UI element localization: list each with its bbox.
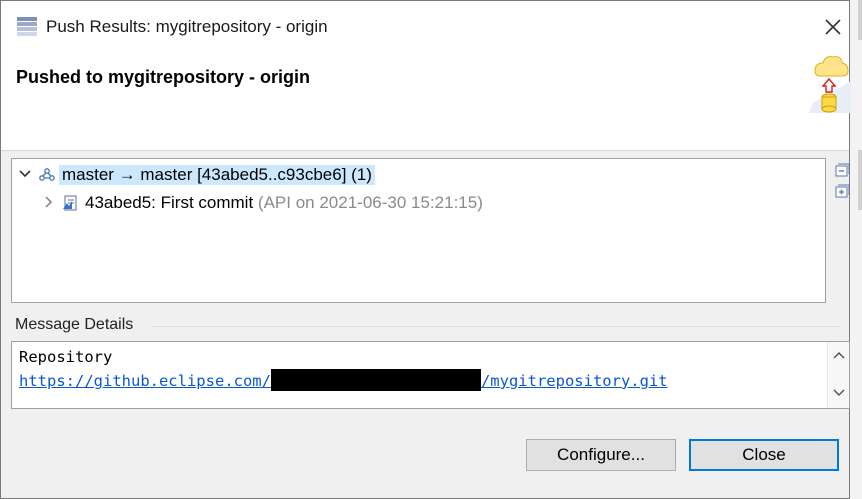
scroll-down-icon[interactable] bbox=[833, 388, 845, 398]
redacted-block bbox=[270, 369, 481, 391]
push-results-tree[interactable]: master → master [43abed5..c93cbe6] (1) 4… bbox=[11, 158, 826, 303]
vertical-scrollbar[interactable] bbox=[827, 342, 849, 408]
commit-icon bbox=[63, 195, 77, 211]
close-icon[interactable] bbox=[819, 13, 847, 41]
page-title: Pushed to mygitrepository - origin bbox=[16, 67, 311, 87]
background-window-edge bbox=[850, 0, 862, 499]
title-bar: Push Results: mygitrepository - origin bbox=[1, 1, 849, 51]
branch-label[interactable]: master → master [43abed5..c93cbe6] (1) bbox=[59, 165, 375, 185]
tree-row-branch[interactable]: master → master [43abed5..c93cbe6] (1) bbox=[12, 162, 825, 188]
repository-url-suffix[interactable]: /mygitrepository.git bbox=[481, 372, 668, 390]
push-results-dialog: Push Results: mygitrepository - origin P… bbox=[0, 0, 851, 499]
expand-all-icon[interactable] bbox=[834, 184, 850, 200]
close-button[interactable]: Close bbox=[689, 439, 839, 471]
commit-label[interactable]: 43abed5: First commit (API on 2021-06-30… bbox=[85, 193, 483, 213]
commit-title: 43abed5: First commit bbox=[85, 193, 254, 212]
collapse-all-icon[interactable] bbox=[834, 163, 850, 179]
configure-button[interactable]: Configure... bbox=[526, 439, 676, 471]
repository-url-prefix[interactable]: https://github.eclipse.com/ bbox=[19, 372, 271, 390]
tree-row-commit[interactable]: 43abed5: First commit (API on 2021-06-30… bbox=[12, 190, 825, 216]
stack-icon bbox=[17, 17, 37, 36]
window-title: Push Results: mygitrepository - origin bbox=[46, 17, 328, 36]
chevron-right-icon[interactable] bbox=[41, 195, 55, 209]
commit-meta: (API on 2021-06-30 15:21:15) bbox=[257, 193, 483, 212]
message-details-label: Message Details bbox=[15, 316, 134, 333]
section-divider bbox=[151, 326, 841, 327]
message-details-text[interactable]: Repository https://github.eclipse.com/ /m… bbox=[11, 341, 850, 409]
repository-url-line[interactable]: https://github.eclipse.com/ /mygitreposit… bbox=[19, 369, 668, 393]
repository-heading: Repository bbox=[19, 348, 113, 366]
chevron-down-icon[interactable] bbox=[18, 167, 32, 181]
branch-icon bbox=[39, 168, 55, 181]
dialog-header: Pushed to mygitrepository - origin bbox=[1, 51, 851, 151]
push-to-cloud-icon bbox=[809, 56, 851, 113]
scroll-up-icon[interactable] bbox=[833, 350, 845, 360]
